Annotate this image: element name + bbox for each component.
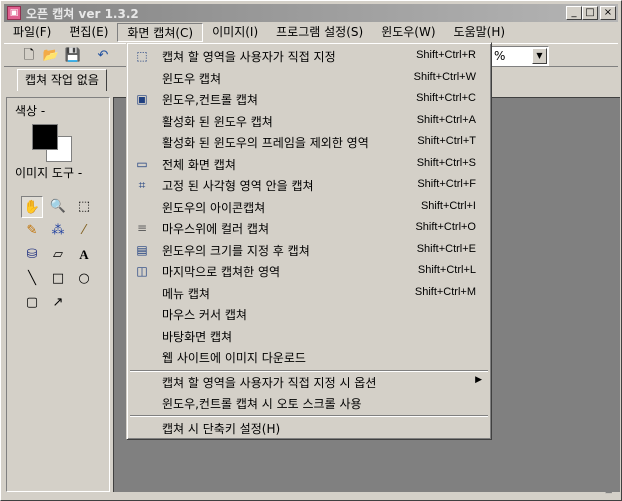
dropper-icon[interactable]: ⁄	[73, 220, 95, 242]
menu-item-active-window[interactable]: 활성화 된 윈도우 캡쳐 Shift+Ctrl+A	[130, 110, 488, 131]
tab-no-capture[interactable]: 캡쳐 작업 없음	[17, 69, 107, 91]
menu-item-label: 활성화 된 윈도우의 프레임을 제외한 영역	[162, 136, 369, 150]
last-region-icon: ◫	[136, 264, 148, 278]
menu-item-shortcut: Shift+Ctrl+W	[413, 71, 476, 83]
menu-settings[interactable]: 프로그램 설정(S)	[267, 23, 372, 42]
menu-item-label: 윈도우의 크기를 지정 후 캡쳐	[162, 244, 310, 258]
app-window: ▣ 오픈 캡쳐 ver 1.3.2 _ □ × 파일(F) 편집(E) 화면 캡…	[0, 0, 622, 501]
menu-item-label: 캡쳐 할 영역을 사용자가 직접 지정	[162, 50, 336, 64]
menu-item-last-region[interactable]: ◫ 마지막으로 캡쳐한 영역 Shift+Ctrl+L	[130, 260, 488, 281]
menu-item-label: 캡쳐 할 영역을 사용자가 직접 지정 시 옵션	[162, 376, 377, 390]
menu-item-fullscreen[interactable]: ▭ 전체 화면 캡쳐 Shift+Ctrl+S	[130, 153, 488, 174]
fixed-rect-icon: ⌗	[138, 178, 146, 192]
menu-item-label: 웹 사이트에 이미지 다운로드	[162, 351, 306, 365]
arrow-icon[interactable]: ↗	[47, 292, 69, 314]
menu-image[interactable]: 이미지(I)	[203, 23, 267, 42]
menu-item-color-capture[interactable]: ≡ 마우스위에 컬러 캡쳐 Shift+Ctrl+O	[130, 217, 488, 238]
menu-item-shortcut: Shift+Ctrl+O	[415, 221, 476, 233]
fullscreen-icon: ▭	[136, 157, 148, 171]
menu-bar: 파일(F) 편집(E) 화면 캡쳐(C) 이미지(I) 프로그램 설정(S) 윈…	[4, 22, 618, 42]
menu-item-fixed-rect[interactable]: ⌗ 고정 된 사각형 영역 안을 캡쳐 Shift+Ctrl+F	[130, 174, 488, 195]
tool-panel: 색상 - 이미지 도구 - ✋ 🔍 ⬚ ✎ ⁂ ⁄ ⛁ ▱ A ╲ □ ○ ▢ …	[6, 97, 110, 492]
menu-item-label: 마우스위에 컬러 캡쳐	[162, 222, 269, 236]
menu-item-shortcut: Shift+Ctrl+S	[416, 157, 476, 169]
menu-item-shortcut: Shift+Ctrl+A	[416, 114, 476, 126]
menu-item-auto-scroll[interactable]: 윈도우,컨트롤 캡쳐 시 오토 스크롤 사용	[130, 392, 488, 413]
color-label: 색상 -	[15, 104, 46, 118]
pencil-icon[interactable]: ✎	[21, 220, 43, 242]
menu-item-label: 윈도우 캡쳐	[162, 72, 222, 86]
save-icon[interactable]: 💾	[64, 47, 82, 65]
hand-icon[interactable]: ✋	[21, 196, 43, 218]
menu-item-active-client[interactable]: 활성화 된 윈도우의 프레임을 제외한 영역 Shift+Ctrl+T	[130, 131, 488, 152]
select-rect-icon[interactable]: ⬚	[73, 196, 95, 218]
menu-item-region-options[interactable]: 캡쳐 할 영역을 사용자가 직접 지정 시 옵션 ▶	[130, 371, 488, 392]
menu-file[interactable]: 파일(F)	[4, 23, 60, 42]
rectangle-icon[interactable]: □	[47, 268, 69, 290]
menu-item-label: 고정 된 사각형 영역 안을 캡쳐	[162, 179, 314, 193]
resize-window-icon: ▤	[136, 243, 148, 257]
menu-item-shortcut: Shift+Ctrl+E	[416, 243, 476, 255]
menu-item-label: 전체 화면 캡쳐	[162, 158, 236, 172]
menu-item-window-capture[interactable]: 윈도우 캡쳐 Shift+Ctrl+W	[130, 67, 488, 88]
fill-bucket-icon[interactable]: ⛁	[21, 244, 43, 266]
menu-item-shortcut: Shift+Ctrl+C	[416, 92, 476, 104]
menu-edit[interactable]: 편집(E)	[60, 23, 117, 42]
line-icon[interactable]: ╲	[21, 268, 43, 290]
control-capture-icon: ▣	[136, 92, 148, 106]
ellipse-icon[interactable]: ○	[73, 268, 95, 290]
menu-window[interactable]: 윈도우(W)	[372, 23, 444, 42]
menu-item-label: 윈도우,컨트롤 캡쳐 시 오토 스크롤 사용	[162, 397, 362, 411]
new-file-icon[interactable]: 🗋	[20, 47, 38, 65]
menu-item-label: 마우스 커서 캡쳐	[162, 308, 247, 322]
text-icon[interactable]: A	[73, 244, 95, 266]
open-folder-icon[interactable]: 📂	[42, 47, 60, 65]
minimize-button[interactable]: _	[566, 6, 582, 20]
maximize-button[interactable]: □	[582, 6, 598, 20]
app-icon[interactable]: ▣	[7, 6, 21, 20]
menu-item-label: 바탕화면 캡쳐	[162, 330, 233, 344]
chevron-down-icon[interactable]: ▼	[532, 48, 547, 64]
spray-icon[interactable]: ⁂	[47, 220, 69, 242]
menu-item-resize-capture[interactable]: ▤ 윈도우의 크기를 지정 후 캡쳐 Shift+Ctrl+E	[130, 239, 488, 260]
menu-item-label: 윈도우의 아이콘캡쳐	[162, 201, 266, 215]
menu-item-label: 활성화 된 윈도우 캡쳐	[162, 115, 273, 129]
menu-item-shortcut: Shift+Ctrl+I	[420, 200, 476, 212]
menu-item-desktop-capture[interactable]: 바탕화면 캡쳐	[130, 325, 488, 346]
submenu-arrow-icon: ▶	[475, 375, 482, 385]
menu-item-cursor-capture[interactable]: 마우스 커서 캡쳐	[130, 303, 488, 324]
menu-item-label: 캡쳐 시 단축키 설정(H)	[162, 422, 281, 436]
menu-item-label: 메뉴 캡쳐	[162, 287, 210, 301]
menu-item-shortcut: Shift+Ctrl+T	[417, 135, 476, 147]
menu-item-menu-capture[interactable]: 메뉴 캡쳐 Shift+Ctrl+M	[130, 282, 488, 303]
menu-item-shortcut: Shift+Ctrl+L	[417, 264, 476, 276]
menu-item-shortcut: Shift+Ctrl+F	[417, 178, 476, 190]
screen-capture-menu: ⬚ 캡쳐 할 영역을 사용자가 직접 지정 Shift+Ctrl+R 윈도우 캡…	[126, 42, 492, 440]
menu-item-label: 윈도우,컨트롤 캡쳐	[162, 93, 258, 107]
magnifier-icon[interactable]: 🔍	[47, 196, 69, 218]
image-tools-label: 이미지 도구 -	[15, 166, 83, 180]
close-button[interactable]: ×	[600, 6, 616, 20]
window-title: 오픈 캡쳐 ver 1.3.2	[26, 6, 139, 21]
zoom-value: %	[494, 49, 506, 63]
menu-screen-capture[interactable]: 화면 캡쳐(C)	[117, 22, 204, 42]
rounded-rect-icon[interactable]: ▢	[21, 292, 43, 314]
eraser-icon[interactable]: ▱	[47, 244, 69, 266]
zoom-select[interactable]: % ▼	[489, 46, 549, 66]
color-pick-icon: ≡	[136, 221, 148, 235]
undo-icon[interactable]: ↶	[94, 47, 112, 65]
foreground-color-swatch[interactable]	[32, 124, 58, 150]
menu-item-region-capture[interactable]: ⬚ 캡쳐 할 영역을 사용자가 직접 지정 Shift+Ctrl+R	[130, 45, 488, 66]
menu-help[interactable]: 도움말(H)	[445, 23, 515, 42]
region-select-icon: ⬚	[136, 49, 148, 63]
menu-item-icon-capture[interactable]: 윈도우의 아이콘캡쳐 Shift+Ctrl+I	[130, 196, 488, 217]
menu-item-label: 마지막으로 캡쳐한 영역	[162, 265, 281, 279]
resize-grip-icon[interactable]: ◢	[605, 485, 617, 497]
menu-item-control-capture[interactable]: ▣ 윈도우,컨트롤 캡쳐 Shift+Ctrl+C	[130, 88, 488, 109]
menu-item-hotkey-settings[interactable]: 캡쳐 시 단축키 설정(H)	[130, 417, 488, 438]
menu-item-web-image-download[interactable]: 웹 사이트에 이미지 다운로드	[130, 346, 488, 367]
menu-item-shortcut: Shift+Ctrl+R	[416, 49, 476, 61]
title-bar[interactable]: ▣ 오픈 캡쳐 ver 1.3.2 _ □ ×	[4, 4, 618, 22]
menu-item-shortcut: Shift+Ctrl+M	[414, 286, 476, 298]
